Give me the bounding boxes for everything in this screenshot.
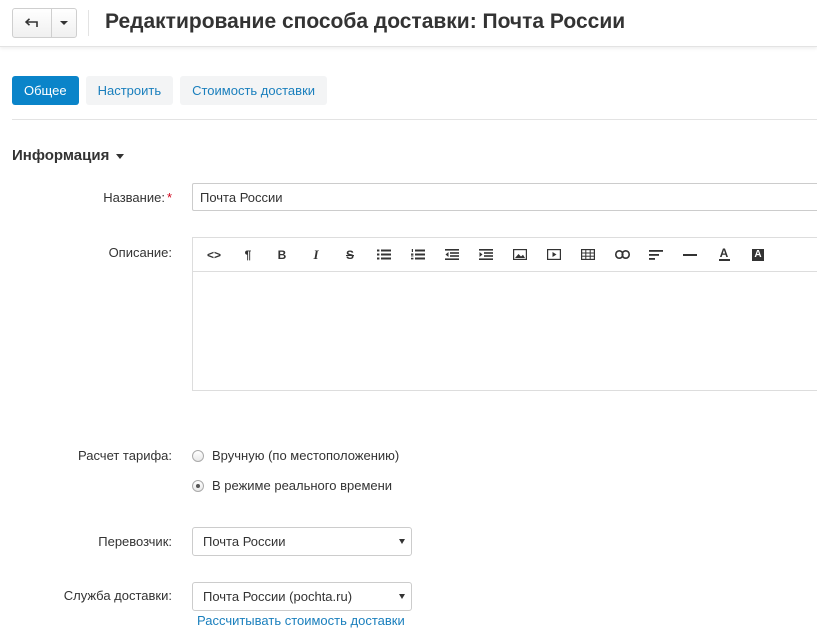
insert-image-button[interactable] [507, 242, 533, 268]
tariff-option-realtime[interactable]: В режиме реального времени [192, 478, 392, 493]
background-color-button[interactable]: A [745, 242, 771, 268]
service-select[interactable]: Почта России (pochta.ru) [192, 582, 412, 611]
back-button[interactable] [13, 9, 52, 37]
paragraph-button[interactable]: ¶ [235, 242, 261, 268]
strikethrough-icon: S [345, 247, 354, 262]
code-view-button[interactable]: <> [201, 242, 227, 268]
ordered-list-button[interactable] [405, 242, 431, 268]
tariff-label: Расчет тарифа: [77, 448, 172, 463]
table-icon [581, 249, 595, 260]
font-color-icon: A [719, 246, 729, 260]
ordered-list-icon [411, 249, 425, 260]
insert-video-button[interactable] [541, 242, 567, 268]
editor-content-area[interactable] [193, 272, 817, 392]
carrier-select-value: Почта России [203, 534, 286, 549]
insert-link-button[interactable] [609, 242, 635, 268]
bold-icon: B [277, 247, 287, 262]
indent-button[interactable] [473, 242, 499, 268]
strikethrough-button[interactable]: S [337, 242, 363, 268]
caret-down-icon [116, 154, 125, 159]
section-title: Информация [12, 147, 110, 164]
section-toggle[interactable]: Информация [12, 147, 125, 164]
italic-button[interactable]: I [303, 242, 329, 268]
tabs-divider [12, 119, 817, 120]
description-editor: <> ¶ B I S A A [192, 237, 817, 391]
chevron-down-icon [60, 21, 68, 25]
tariff-option-manual-label: Вручную (по местоположению) [212, 448, 400, 463]
image-icon [513, 249, 527, 260]
unordered-list-button[interactable] [371, 242, 397, 268]
video-icon [547, 249, 561, 260]
tariff-option-realtime-label: В режиме реального времени [212, 478, 393, 493]
font-color-underline [718, 259, 730, 261]
required-mark: * [166, 190, 172, 205]
back-button-group [12, 8, 77, 38]
name-label-text: Название: [103, 190, 165, 205]
tab-shipping-cost[interactable]: Стоимость доставки [180, 76, 328, 105]
indent-icon [479, 249, 493, 260]
link-icon [614, 250, 630, 259]
paragraph-icon: ¶ [244, 247, 252, 262]
tab-configure[interactable]: Настроить [85, 76, 174, 105]
bold-button[interactable]: B [269, 242, 295, 268]
radio-manual[interactable] [192, 449, 204, 462]
background-color-icon: A [752, 248, 764, 261]
select-arrow-icon [399, 539, 405, 544]
calc-shipping-link[interactable]: Рассчитывать стоимость доставки [197, 613, 405, 628]
carrier-label: Перевозчик: [98, 534, 172, 549]
back-dropdown-button[interactable] [52, 9, 76, 37]
radio-realtime[interactable] [192, 479, 204, 492]
carrier-select[interactable]: Почта России [192, 527, 412, 556]
tariff-option-manual[interactable]: Вручную (по местоположению) [192, 448, 399, 463]
insert-table-button[interactable] [575, 242, 601, 268]
outdent-icon [445, 249, 459, 260]
description-label: Описание: [108, 245, 172, 260]
tab-bar: Общее Настроить Стоимость доставки [12, 76, 328, 105]
horizontal-rule-button[interactable] [677, 242, 703, 268]
italic-icon: I [313, 246, 319, 262]
code-icon: <> [206, 247, 221, 262]
name-input[interactable] [192, 183, 817, 211]
horizontal-rule-icon [683, 253, 697, 256]
font-color-button[interactable]: A [711, 242, 737, 268]
service-select-value: Почта России (pochta.ru) [203, 589, 353, 604]
align-button[interactable] [643, 242, 669, 268]
outdent-button[interactable] [439, 242, 465, 268]
page-title: Редактирование способа доставки: Почта Р… [105, 10, 626, 33]
back-arrow-icon [25, 18, 38, 27]
align-icon [649, 249, 663, 260]
editor-toolbar: <> ¶ B I S A A [193, 238, 817, 272]
unordered-list-icon [377, 249, 391, 260]
name-label: Название: * [103, 190, 172, 205]
page-header: Редактирование способа доставки: Почта Р… [0, 0, 817, 47]
service-label: Служба доставки: [63, 588, 172, 603]
header-divider [88, 10, 89, 36]
tab-general[interactable]: Общее [12, 76, 79, 105]
select-arrow-icon [399, 594, 405, 599]
